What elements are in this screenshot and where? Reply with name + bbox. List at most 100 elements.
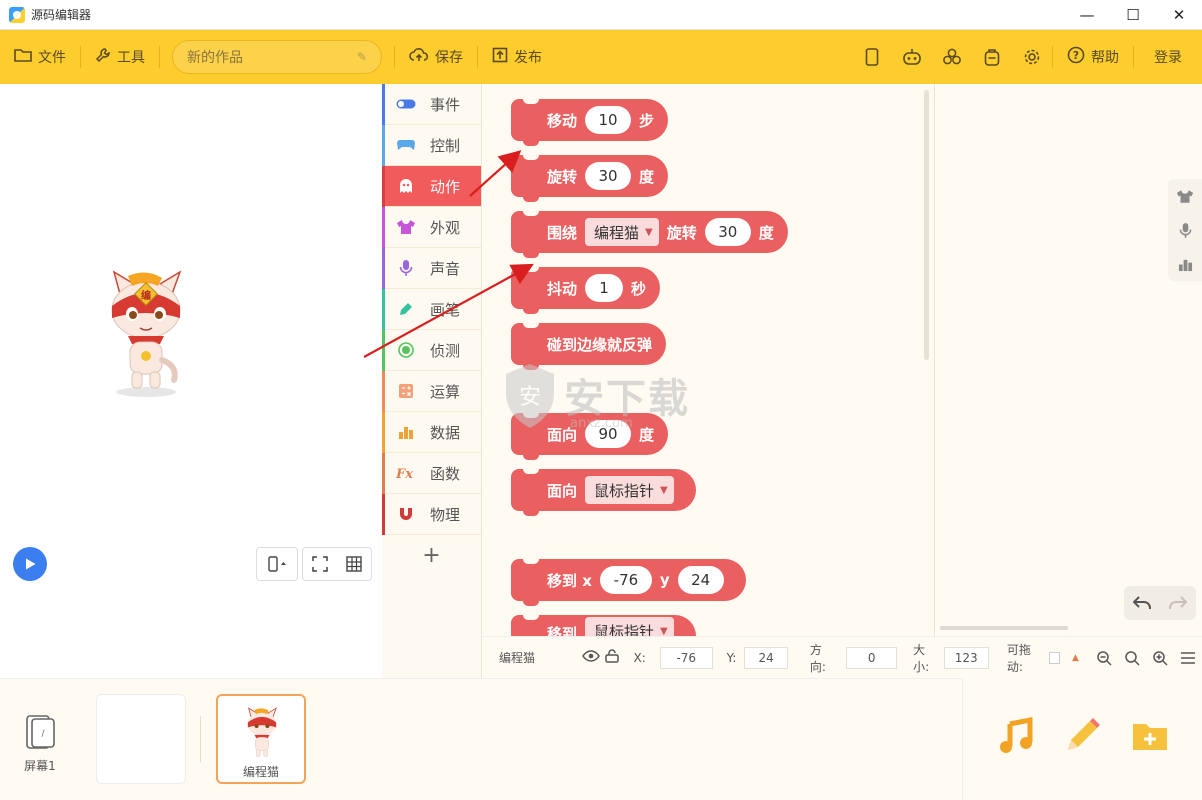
category-functions[interactable]: Fx 函数: [382, 453, 481, 494]
block-label: 移动: [547, 111, 578, 130]
robot-icon[interactable]: [892, 30, 932, 84]
degrees-input[interactable]: 30: [704, 218, 751, 246]
draggable-label: 可拖动:: [1006, 642, 1031, 674]
stage-background-card[interactable]: [96, 694, 186, 784]
play-button[interactable]: [13, 547, 47, 581]
size-input[interactable]: 123: [943, 646, 989, 669]
stage-canvas[interactable]: 编: [0, 84, 382, 620]
orbit-target-dropdown[interactable]: 编程猫 ▼: [585, 218, 659, 246]
y-position-input[interactable]: 24: [744, 646, 788, 669]
x-position-input[interactable]: -76: [659, 646, 713, 669]
block-shake[interactable]: 抖动 1 秒: [511, 267, 661, 314]
palette-scrollbar[interactable]: [924, 90, 929, 360]
degrees-input[interactable]: 30: [585, 162, 632, 190]
save-button[interactable]: 保存: [395, 30, 477, 84]
music-note-icon[interactable]: [996, 716, 1040, 760]
sprite-name-field[interactable]: 编程猫: [493, 647, 588, 669]
dropdown-value: 鼠标指针: [594, 481, 655, 500]
block-goto-xy[interactable]: 移到 x -76 y 24: [511, 559, 746, 606]
zoom-reset-icon[interactable]: [1118, 650, 1146, 666]
variables-chart-icon[interactable]: [1168, 247, 1202, 281]
save-label: 保存: [435, 50, 463, 66]
sprite-info-bar: 编程猫 X: -76 Y: 24 方向: 0 大小: 123 可拖动: ▲: [483, 636, 1202, 678]
visibility-eye-icon[interactable]: [581, 650, 600, 665]
seconds-input[interactable]: 1: [585, 274, 624, 302]
close-button[interactable]: ✕: [1156, 0, 1202, 30]
redo-icon[interactable]: [1160, 586, 1196, 620]
block-categories: 事件 控制 动作 外观 声音 画笔 侦测 运算 数据 Fx 函数 物理 +: [382, 84, 482, 678]
category-control[interactable]: 控制: [382, 125, 481, 166]
add-category-button[interactable]: +: [382, 535, 481, 575]
block-goto-target[interactable]: 移到 鼠标指针 ▼: [511, 615, 696, 636]
paint-pencil-icon[interactable]: [1062, 716, 1106, 760]
costume-shirt-icon[interactable]: [1168, 179, 1202, 213]
sound-microphone-icon[interactable]: [1168, 213, 1202, 247]
fullscreen-icon[interactable]: [303, 548, 337, 580]
category-sound[interactable]: 声音: [382, 248, 481, 289]
lock-icon[interactable]: [604, 649, 620, 666]
undo-redo-group: [1124, 586, 1196, 620]
category-operators[interactable]: 运算: [382, 371, 481, 412]
login-button[interactable]: 登录: [1134, 30, 1202, 84]
undo-icon[interactable]: [1124, 586, 1160, 620]
x-input[interactable]: -76: [599, 566, 652, 594]
help-label: 帮助: [1091, 50, 1119, 66]
screen-1-button[interactable]: / 屏幕1: [18, 714, 62, 774]
block-bounce-edge[interactable]: 碰到边缘就反弹: [511, 323, 667, 370]
y-input[interactable]: 24: [677, 566, 724, 594]
block-label: 移到 x: [547, 571, 592, 590]
svg-text:?: ?: [1073, 49, 1079, 62]
sprite-card-cat[interactable]: 编程猫: [216, 694, 306, 784]
category-motion[interactable]: 动作: [382, 166, 481, 207]
category-pen[interactable]: 画笔: [382, 289, 481, 330]
grid-icon[interactable]: [337, 548, 371, 580]
goto-target-dropdown[interactable]: 鼠标指针 ▼: [585, 617, 674, 636]
sprite-name-text: 编程猫: [499, 651, 536, 665]
category-data[interactable]: 数据: [382, 412, 481, 453]
phone-preview-icon[interactable]: [852, 30, 892, 84]
device-select[interactable]: [256, 547, 298, 581]
block-move-steps[interactable]: 移动 10 步: [511, 99, 669, 146]
tools-menu-button[interactable]: 工具: [81, 30, 159, 84]
extensions-icon[interactable]: [932, 30, 972, 84]
category-sensing[interactable]: 侦测: [382, 330, 481, 371]
block-turn-degrees[interactable]: 旋转 30 度: [511, 155, 669, 202]
add-folder-icon[interactable]: [1130, 716, 1174, 760]
backpack-icon[interactable]: [972, 30, 1012, 84]
category-color-bar: [382, 207, 385, 248]
block-face-toward[interactable]: 面向 鼠标指针 ▼: [511, 469, 696, 516]
zoom-out-icon[interactable]: [1090, 650, 1118, 666]
chevron-down-icon: ▼: [660, 484, 668, 496]
block-label: 围绕: [547, 223, 578, 242]
steps-input[interactable]: 10: [585, 106, 632, 134]
category-looks[interactable]: 外观: [382, 207, 481, 248]
draggable-checkbox[interactable]: [1048, 651, 1061, 664]
stage-controls: [0, 620, 382, 678]
file-menu-button[interactable]: 文件: [0, 30, 80, 84]
minimize-button[interactable]: —: [1064, 0, 1110, 30]
category-label: 声音: [430, 259, 461, 278]
menu-icon[interactable]: [1174, 651, 1202, 664]
folder-icon: [14, 47, 32, 67]
direction-input[interactable]: 0: [846, 646, 898, 669]
script-workspace[interactable]: [936, 84, 1202, 636]
block-orbit-turn[interactable]: 围绕 编程猫 ▼ 旋转 30 度: [511, 211, 788, 258]
calculator-icon: [396, 383, 416, 399]
workspace-scrollbar[interactable]: [940, 626, 1068, 630]
face-target-dropdown[interactable]: 鼠标指针 ▼: [585, 476, 674, 504]
settings-gear-icon[interactable]: [1012, 30, 1052, 84]
category-label: 函数: [430, 464, 461, 483]
category-physics[interactable]: 物理: [382, 494, 481, 535]
collapse-up-icon[interactable]: ▲: [1072, 653, 1090, 663]
maximize-button[interactable]: ☐: [1110, 0, 1156, 30]
block-suffix: 度: [758, 223, 774, 242]
cat-sprite[interactable]: 编: [98, 270, 194, 398]
chevron-down-icon: ▼: [645, 226, 653, 238]
screen-label: 屏幕1: [24, 759, 56, 773]
category-label: 控制: [430, 136, 461, 155]
zoom-in-icon[interactable]: [1146, 650, 1174, 666]
category-event[interactable]: 事件: [382, 84, 481, 125]
project-name-input[interactable]: 新的作品 ✎: [172, 40, 382, 74]
help-button[interactable]: ? 帮助: [1053, 30, 1133, 84]
publish-button[interactable]: 发布: [478, 30, 556, 84]
